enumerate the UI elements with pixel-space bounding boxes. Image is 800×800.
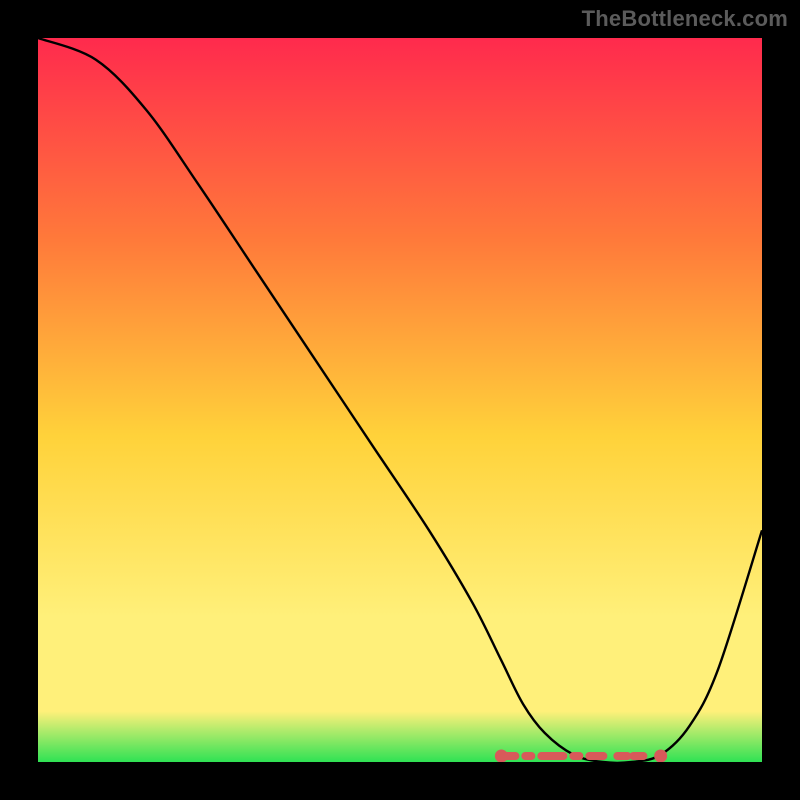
- plot-area: [38, 38, 762, 762]
- bottleneck-chart: [38, 38, 762, 762]
- chart-frame: TheBottleneck.com: [0, 0, 800, 800]
- gradient-background: [38, 38, 762, 762]
- watermark-text: TheBottleneck.com: [582, 6, 788, 32]
